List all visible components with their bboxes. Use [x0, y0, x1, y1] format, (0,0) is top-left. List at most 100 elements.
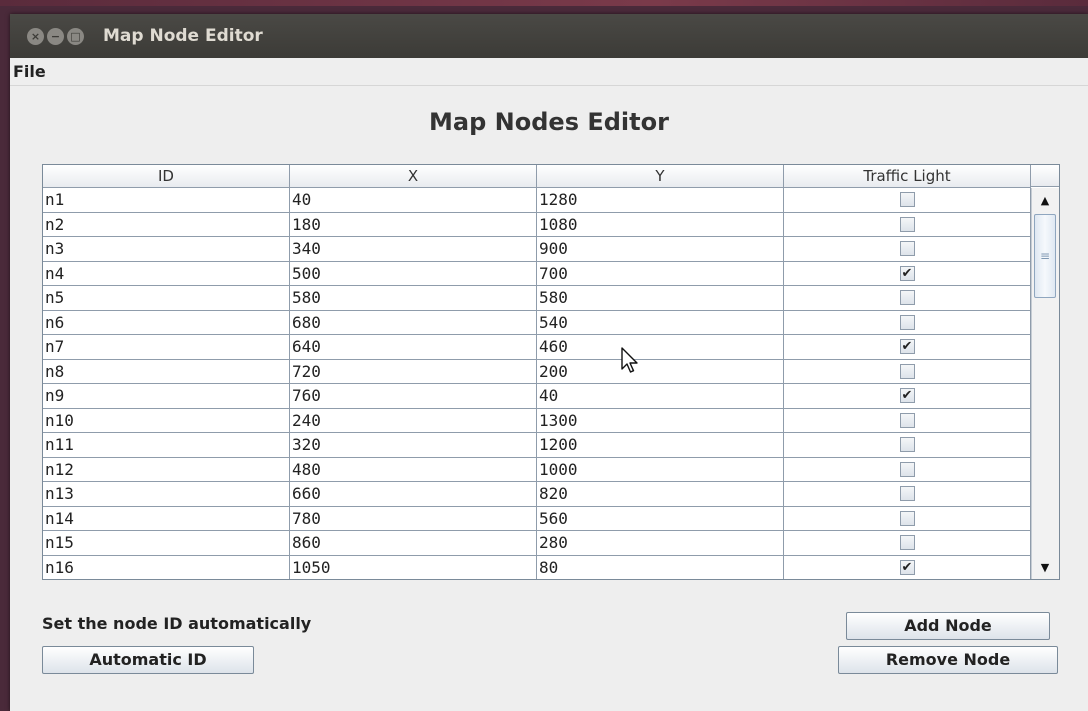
column-header-traffic-light[interactable]: Traffic Light — [784, 165, 1031, 187]
cell-x[interactable]: 340 — [290, 237, 537, 261]
cell-y[interactable]: 560 — [537, 506, 784, 530]
cell-x[interactable]: 320 — [290, 433, 537, 457]
traffic-light-checkbox[interactable] — [899, 290, 915, 306]
cell-y[interactable]: 820 — [537, 482, 784, 506]
traffic-light-checkbox[interactable] — [899, 461, 915, 477]
cell-y[interactable]: 1300 — [537, 408, 784, 432]
cell-id[interactable]: n6 — [43, 310, 290, 334]
cell-x[interactable]: 640 — [290, 335, 537, 359]
table-row[interactable]: n4 500 700 ✔ — [43, 261, 1031, 286]
traffic-light-checkbox[interactable]: ✔ — [899, 339, 915, 355]
traffic-light-checkbox[interactable] — [899, 241, 915, 257]
table-row[interactable]: n6 680 540 — [43, 310, 1031, 335]
cell-y[interactable]: 700 — [537, 261, 784, 285]
table-row[interactable]: n14 780 560 — [43, 506, 1031, 531]
menu-file[interactable]: File — [13, 62, 46, 81]
title-bar: × − □ Map Node Editor — [10, 14, 1088, 58]
cell-y[interactable]: 540 — [537, 310, 784, 334]
traffic-light-checkbox[interactable] — [899, 437, 915, 453]
cell-x[interactable]: 780 — [290, 506, 537, 530]
table-row[interactable]: n8 720 200 — [43, 359, 1031, 384]
cell-id[interactable]: n9 — [43, 384, 290, 408]
cell-y[interactable]: 1080 — [537, 212, 784, 236]
table-row[interactable]: n3 340 900 — [43, 237, 1031, 262]
cell-x[interactable]: 680 — [290, 310, 537, 334]
table-row[interactable]: n9 760 40 ✔ — [43, 384, 1031, 409]
table-row[interactable]: n5 580 580 — [43, 286, 1031, 311]
traffic-light-checkbox[interactable] — [899, 535, 915, 551]
cell-y[interactable]: 280 — [537, 531, 784, 555]
traffic-light-checkbox[interactable] — [899, 510, 915, 526]
remove-node-button[interactable]: Remove Node — [838, 646, 1058, 674]
cell-y[interactable]: 1000 — [537, 457, 784, 481]
traffic-light-checkbox[interactable] — [899, 314, 915, 330]
cell-x[interactable]: 1050 — [290, 555, 537, 579]
cell-traffic-light: ✔ — [784, 261, 1031, 285]
scroll-up-icon[interactable]: ▲ — [1036, 192, 1054, 210]
cell-id[interactable]: n8 — [43, 359, 290, 383]
cell-x[interactable]: 40 — [290, 188, 537, 212]
cell-id[interactable]: n1 — [43, 188, 290, 212]
cell-y[interactable]: 580 — [537, 286, 784, 310]
traffic-light-checkbox[interactable]: ✔ — [899, 559, 915, 575]
table-row[interactable]: n1 40 1280 — [43, 188, 1031, 213]
cell-y[interactable]: 40 — [537, 384, 784, 408]
cell-id[interactable]: n16 — [43, 555, 290, 579]
cell-x[interactable]: 500 — [290, 261, 537, 285]
close-icon[interactable]: × — [27, 27, 44, 45]
table-row[interactable]: n11 320 1200 — [43, 433, 1031, 458]
cell-traffic-light: ✔ — [784, 555, 1031, 579]
cell-x[interactable]: 660 — [290, 482, 537, 506]
column-header-id[interactable]: ID — [43, 165, 290, 187]
column-header-x[interactable]: X — [290, 165, 537, 187]
cell-x[interactable]: 480 — [290, 457, 537, 481]
table-row[interactable]: n13 660 820 — [43, 482, 1031, 507]
menu-bar: File — [10, 58, 1088, 86]
table-row[interactable]: n2 180 1080 — [43, 212, 1031, 237]
cell-y[interactable]: 460 — [537, 335, 784, 359]
traffic-light-checkbox[interactable] — [899, 486, 915, 502]
traffic-light-checkbox[interactable] — [899, 192, 915, 208]
table-row[interactable]: n12 480 1000 — [43, 457, 1031, 482]
cell-y[interactable]: 200 — [537, 359, 784, 383]
cell-id[interactable]: n10 — [43, 408, 290, 432]
traffic-light-checkbox[interactable] — [899, 412, 915, 428]
traffic-light-checkbox[interactable] — [899, 216, 915, 232]
cell-y[interactable]: 900 — [537, 237, 784, 261]
cell-x[interactable]: 580 — [290, 286, 537, 310]
column-header-y[interactable]: Y — [537, 165, 784, 187]
cell-x[interactable]: 240 — [290, 408, 537, 432]
traffic-light-checkbox[interactable]: ✔ — [899, 388, 915, 404]
cell-id[interactable]: n14 — [43, 506, 290, 530]
cell-y[interactable]: 80 — [537, 555, 784, 579]
cell-x[interactable]: 720 — [290, 359, 537, 383]
table-row[interactable]: n10 240 1300 — [43, 408, 1031, 433]
cell-id[interactable]: n15 — [43, 531, 290, 555]
scroll-thumb[interactable]: ≡ — [1034, 214, 1056, 298]
cell-id[interactable]: n13 — [43, 482, 290, 506]
cell-id[interactable]: n12 — [43, 457, 290, 481]
add-node-button[interactable]: Add Node — [846, 612, 1050, 640]
cell-y[interactable]: 1280 — [537, 188, 784, 212]
minimize-icon[interactable]: − — [47, 27, 64, 45]
cell-x[interactable]: 760 — [290, 384, 537, 408]
maximize-icon[interactable]: □ — [67, 27, 84, 45]
traffic-light-checkbox[interactable] — [899, 363, 915, 379]
table-row[interactable]: n16 1050 80 ✔ — [43, 555, 1031, 579]
cell-traffic-light — [784, 212, 1031, 236]
cell-id[interactable]: n5 — [43, 286, 290, 310]
cell-y[interactable]: 1200 — [537, 433, 784, 457]
cell-id[interactable]: n2 — [43, 212, 290, 236]
traffic-light-checkbox[interactable]: ✔ — [899, 265, 915, 281]
cell-id[interactable]: n3 — [43, 237, 290, 261]
table-row[interactable]: n7 640 460 ✔ — [43, 335, 1031, 360]
automatic-id-button[interactable]: Automatic ID — [42, 646, 254, 674]
vertical-scrollbar[interactable]: ▲ ≡ ▼ — [1031, 188, 1059, 579]
cell-x[interactable]: 860 — [290, 531, 537, 555]
cell-id[interactable]: n4 — [43, 261, 290, 285]
cell-id[interactable]: n7 — [43, 335, 290, 359]
cell-id[interactable]: n11 — [43, 433, 290, 457]
cell-x[interactable]: 180 — [290, 212, 537, 236]
scroll-down-icon[interactable]: ▼ — [1036, 559, 1054, 577]
table-row[interactable]: n15 860 280 — [43, 531, 1031, 556]
